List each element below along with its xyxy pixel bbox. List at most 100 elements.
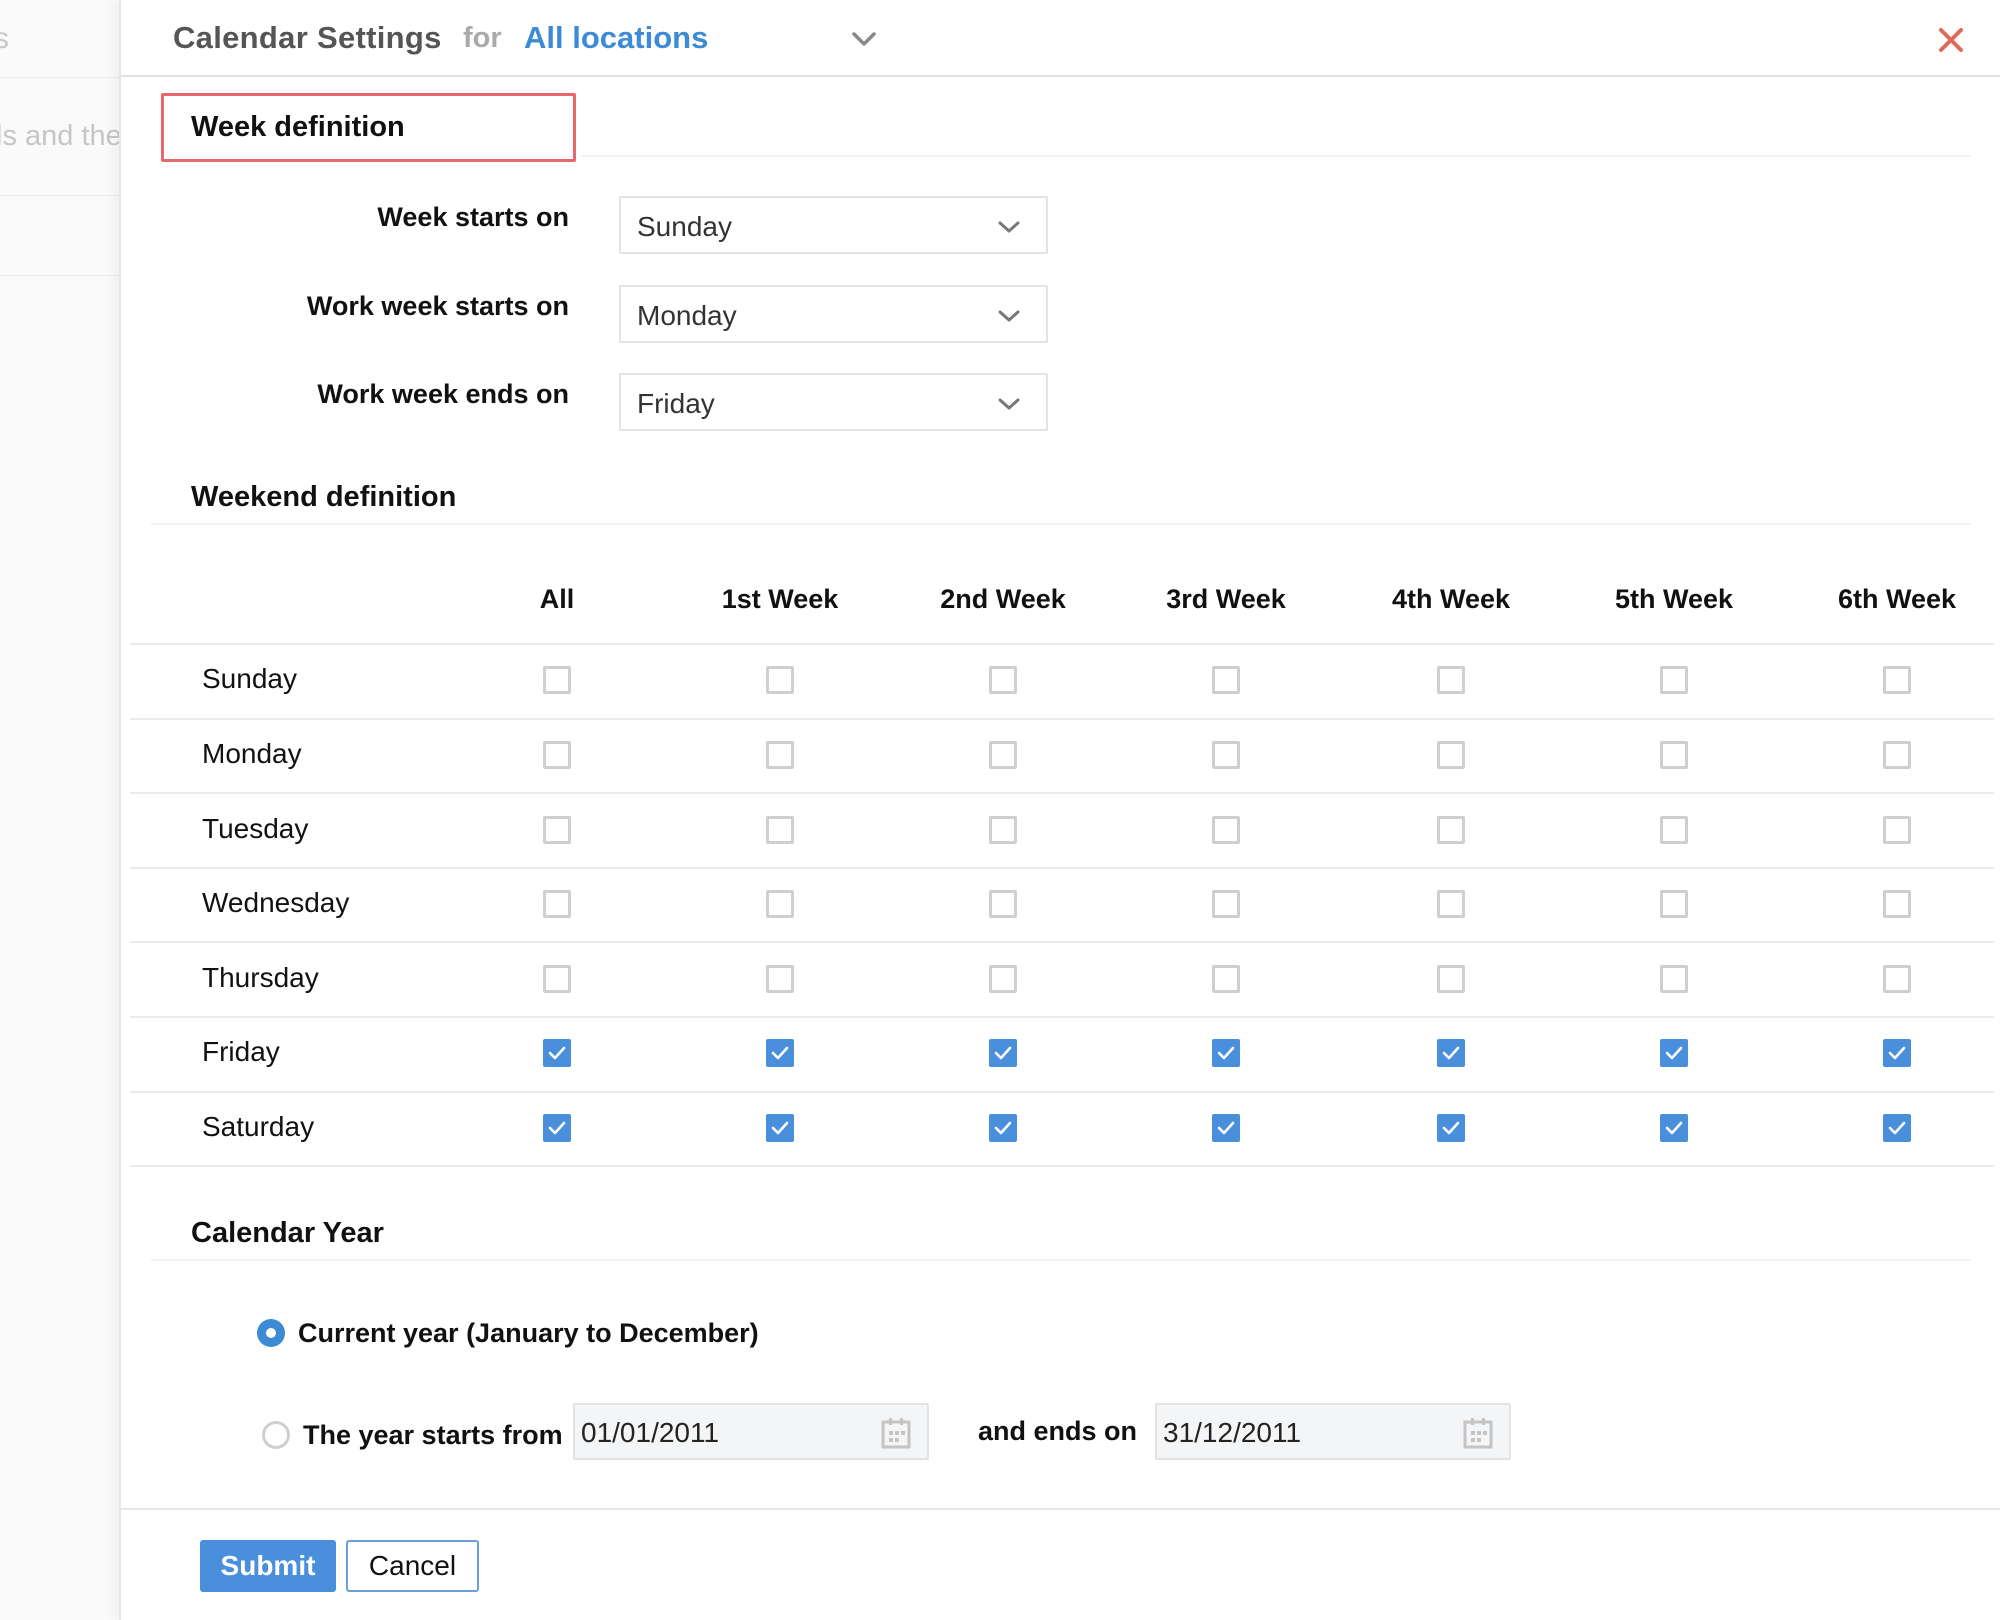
column-header: 1st Week <box>721 584 839 614</box>
weekend-checkbox-sunday-3rd-week[interactable] <box>1212 666 1240 694</box>
weekend-checkbox-wednesday-6th-week[interactable] <box>1883 890 1911 918</box>
footer-divider <box>121 1508 2000 1510</box>
weekend-checkbox-thursday-6th-week[interactable] <box>1883 965 1911 993</box>
weekend-checkbox-wednesday-5th-week[interactable] <box>1660 890 1688 918</box>
checkmark-icon <box>771 1121 789 1135</box>
column-header: 2nd Week <box>940 584 1066 614</box>
checkmark-icon <box>1217 1121 1235 1135</box>
custom-year-radio[interactable] <box>262 1421 290 1449</box>
ends-on-label: and ends on <box>978 1416 1138 1446</box>
weekend-checkbox-sunday-all[interactable] <box>543 666 571 694</box>
day-label: Saturday <box>202 1111 315 1142</box>
day-label: Thursday <box>202 962 319 993</box>
work-week-ends-select[interactable]: Friday <box>619 373 1048 431</box>
day-label: Friday <box>202 1036 280 1067</box>
weekend-checkbox-wednesday-all[interactable] <box>543 890 571 918</box>
submit-button[interactable]: Submit <box>200 1540 336 1592</box>
weekend-checkbox-sunday-4th-week[interactable] <box>1437 666 1465 694</box>
background-divider <box>0 77 120 78</box>
weekend-checkbox-saturday-all[interactable] <box>543 1114 571 1142</box>
weekend-checkbox-friday-all[interactable] <box>543 1039 571 1067</box>
calendar-settings-panel: Calendar Settings for All locations Week… <box>119 0 2000 1620</box>
close-icon[interactable] <box>1933 22 1969 58</box>
chevron-down-icon[interactable] <box>849 24 879 54</box>
weekend-checkbox-friday-6th-week[interactable] <box>1883 1039 1911 1067</box>
location-selector[interactable]: All locations <box>524 20 708 56</box>
weekend-checkbox-tuesday-1st-week[interactable] <box>766 816 794 844</box>
year-end-date-input[interactable]: 31/12/2011 <box>1155 1403 1511 1460</box>
weekend-checkbox-thursday-1st-week[interactable] <box>766 965 794 993</box>
weekend-checkbox-friday-1st-week[interactable] <box>766 1039 794 1067</box>
weekend-checkbox-tuesday-4th-week[interactable] <box>1437 816 1465 844</box>
weekend-checkbox-sunday-6th-week[interactable] <box>1883 666 1911 694</box>
weekend-checkbox-thursday-4th-week[interactable] <box>1437 965 1465 993</box>
checkmark-icon <box>1217 1046 1235 1060</box>
weekend-checkbox-sunday-5th-week[interactable] <box>1660 666 1688 694</box>
weekend-checkbox-tuesday-5th-week[interactable] <box>1660 816 1688 844</box>
weekend-checkbox-friday-5th-week[interactable] <box>1660 1039 1688 1067</box>
weekend-checkbox-friday-2nd-week[interactable] <box>989 1039 1017 1067</box>
select-value: Monday <box>637 300 737 331</box>
weekend-checkbox-monday-all[interactable] <box>543 741 571 769</box>
title-for-text: for <box>463 22 502 54</box>
weekend-checkbox-monday-3rd-week[interactable] <box>1212 741 1240 769</box>
checkmark-icon <box>1665 1046 1683 1060</box>
work-week-ends-label: Work week ends on <box>317 379 569 409</box>
column-header: 3rd Week <box>1166 584 1286 614</box>
weekend-checkbox-tuesday-6th-week[interactable] <box>1883 816 1911 844</box>
current-year-radio[interactable] <box>257 1319 285 1347</box>
year-start-date-input[interactable]: 01/01/2011 <box>573 1403 929 1460</box>
select-value: Sunday <box>637 211 732 242</box>
weekend-checkbox-friday-4th-week[interactable] <box>1437 1039 1465 1067</box>
checkmark-icon <box>994 1046 1012 1060</box>
cancel-button[interactable]: Cancel <box>346 1540 479 1592</box>
weekend-checkbox-thursday-2nd-week[interactable] <box>989 965 1017 993</box>
background-divider <box>0 195 120 196</box>
day-label: Monday <box>202 738 302 769</box>
weekend-checkbox-saturday-1st-week[interactable] <box>766 1114 794 1142</box>
current-year-label: Current year (January to December) <box>298 1318 759 1348</box>
weekend-checkbox-friday-3rd-week[interactable] <box>1212 1039 1240 1067</box>
weekend-checkbox-monday-5th-week[interactable] <box>1660 741 1688 769</box>
calendar-year-title: Calendar Year <box>191 1217 384 1249</box>
weekend-checkbox-wednesday-1st-week[interactable] <box>766 890 794 918</box>
weekend-checkbox-saturday-3rd-week[interactable] <box>1212 1114 1240 1142</box>
weekend-checkbox-sunday-2nd-week[interactable] <box>989 666 1017 694</box>
background-page: s ls and the <box>0 0 120 1620</box>
calendar-icon[interactable] <box>1463 1417 1493 1449</box>
background-text: ls and the <box>0 120 120 152</box>
weekend-definition-title: Weekend definition <box>191 481 457 513</box>
weekend-checkbox-wednesday-3rd-week[interactable] <box>1212 890 1240 918</box>
checkmark-icon <box>1888 1046 1906 1060</box>
weekend-checkbox-monday-1st-week[interactable] <box>766 741 794 769</box>
panel-title: Calendar Settings <box>173 20 442 55</box>
weekend-checkbox-saturday-4th-week[interactable] <box>1437 1114 1465 1142</box>
weekend-checkbox-wednesday-2nd-week[interactable] <box>989 890 1017 918</box>
weekend-checkbox-saturday-2nd-week[interactable] <box>989 1114 1017 1142</box>
weekend-checkbox-saturday-5th-week[interactable] <box>1660 1114 1688 1142</box>
work-week-starts-select[interactable]: Monday <box>619 285 1048 343</box>
weekend-checkbox-tuesday-2nd-week[interactable] <box>989 816 1017 844</box>
calendar-icon[interactable] <box>881 1417 911 1449</box>
table-row-divider <box>130 792 1994 794</box>
weekend-checkbox-monday-2nd-week[interactable] <box>989 741 1017 769</box>
weekend-checkbox-sunday-1st-week[interactable] <box>766 666 794 694</box>
day-label: Wednesday <box>202 887 350 918</box>
checkmark-icon <box>1888 1121 1906 1135</box>
table-row-divider <box>130 718 1994 720</box>
checkmark-icon <box>548 1046 566 1060</box>
checkmark-icon <box>1442 1046 1460 1060</box>
week-starts-select[interactable]: Sunday <box>619 196 1048 254</box>
section-divider <box>151 1259 1971 1261</box>
weekend-checkbox-tuesday-all[interactable] <box>543 816 571 844</box>
weekend-checkbox-thursday-5th-week[interactable] <box>1660 965 1688 993</box>
weekend-checkbox-saturday-6th-week[interactable] <box>1883 1114 1911 1142</box>
day-label: Sunday <box>202 663 297 694</box>
chevron-down-icon <box>998 310 1020 322</box>
weekend-checkbox-tuesday-3rd-week[interactable] <box>1212 816 1240 844</box>
weekend-checkbox-thursday-all[interactable] <box>543 965 571 993</box>
weekend-checkbox-wednesday-4th-week[interactable] <box>1437 890 1465 918</box>
weekend-checkbox-monday-4th-week[interactable] <box>1437 741 1465 769</box>
weekend-checkbox-monday-6th-week[interactable] <box>1883 741 1911 769</box>
weekend-checkbox-thursday-3rd-week[interactable] <box>1212 965 1240 993</box>
